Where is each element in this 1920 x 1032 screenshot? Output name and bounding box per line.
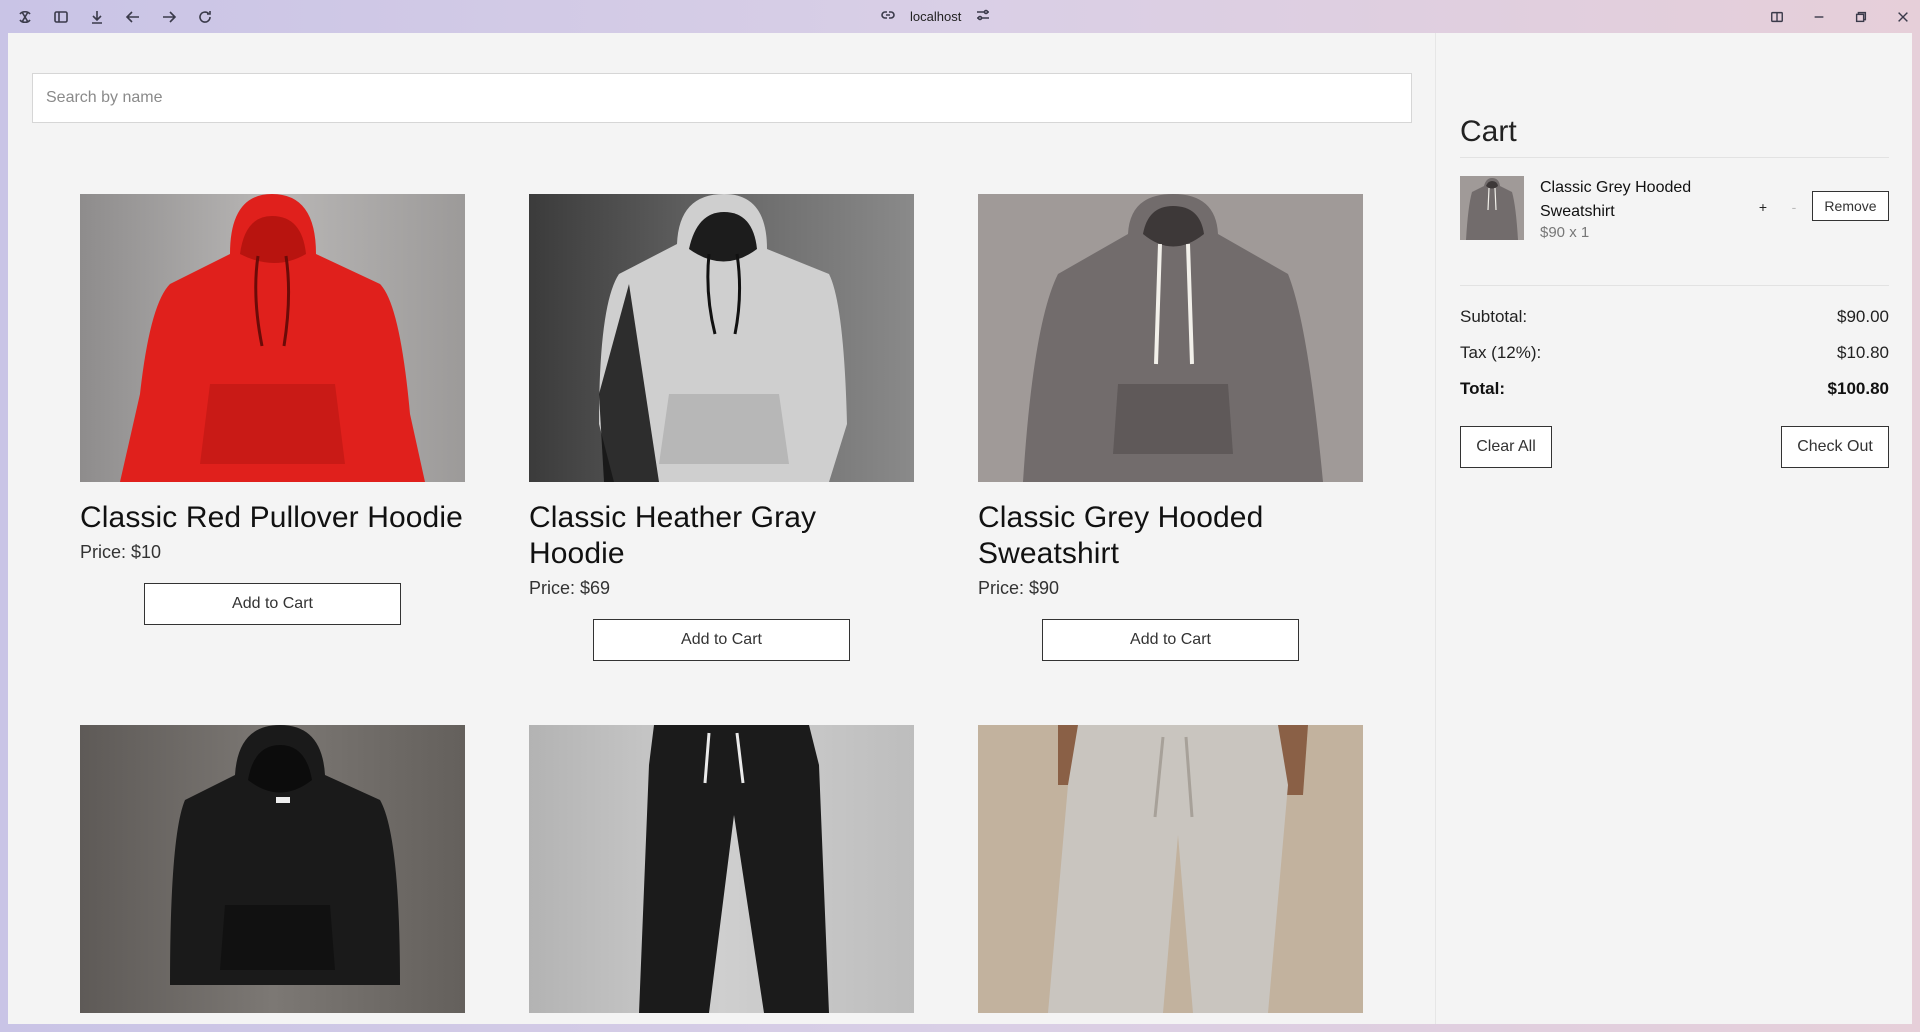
cart-item: Classic Grey Hooded Sweatshirt $90 x 1 +… [1460,176,1889,242]
clear-all-button[interactable]: Clear All [1460,426,1552,468]
restore-icon[interactable] [1850,6,1872,28]
add-to-cart-button[interactable]: Add to Cart [144,583,401,625]
product-image-heather-gray-hoodie[interactable] [529,194,914,482]
cart-item-thumbnail [1460,176,1524,240]
address-bar[interactable]: localhost [880,0,991,33]
total-row: Total: $100.80 [1460,379,1889,399]
product-title: Classic Heather Gray Hoodie [529,501,817,570]
subtotal-label: Subtotal: [1460,307,1528,326]
product-price: Price: $69 [529,578,611,598]
product-image-grey-sweatpants[interactable] [978,725,1363,1013]
decrease-quantity-button[interactable]: - [1786,198,1802,216]
cart-panel: Cart Classic Grey Hooded Sweatshirt $90 … [1435,33,1912,1024]
close-icon[interactable] [1892,6,1914,28]
product-grid: Classic Red Pullover Hoodie Price: $10 A… [80,194,1380,1013]
add-to-cart-button[interactable]: Add to Cart [1042,619,1299,661]
product-card: Classic Heather Gray Hoodie Price: $69 A… [529,194,914,661]
cart-item-name: Classic Grey Hooded Sweatshirt [1540,179,1692,220]
product-title: Classic Red Pullover Hoodie [80,501,463,534]
product-image-black-hoodie[interactable] [80,725,465,1013]
site-settings-icon[interactable] [975,7,991,26]
product-card [80,725,465,1013]
product-price: Price: $10 [80,542,162,562]
subtotal-row: Subtotal: $90.00 [1460,307,1889,327]
sidebar-toggle-icon[interactable] [50,6,72,28]
product-image-grey-hooded-sweatshirt[interactable] [978,194,1363,482]
remove-item-button[interactable]: Remove [1812,191,1889,221]
product-card [529,725,914,1013]
product-image-red-hoodie[interactable] [80,194,465,482]
divider [1460,157,1889,158]
cart-item-price-quantity: $90 x 1 [1540,224,1590,241]
browser-titlebar: localhost [0,0,1920,33]
product-area: Classic Red Pullover Hoodie Price: $10 A… [8,33,1435,1024]
product-price: Price: $90 [978,578,1060,598]
check-out-button[interactable]: Check Out [1781,426,1889,468]
cart-title: Cart [1460,115,1517,148]
tax-value: $10.80 [1837,343,1889,362]
link-icon [880,7,896,26]
total-value: $100.80 [1827,379,1889,398]
add-to-cart-button[interactable]: Add to Cart [593,619,850,661]
product-card: Classic Grey Hooded Sweatshirt Price: $9… [978,194,1363,661]
total-label: Total: [1460,379,1506,398]
split-view-icon[interactable] [1766,6,1788,28]
download-icon[interactable] [86,6,108,28]
increase-quantity-button[interactable]: + [1755,198,1771,216]
back-arrow-icon[interactable] [122,6,144,28]
product-card [978,725,1363,1013]
search-input[interactable] [32,73,1412,123]
subtotal-value: $90.00 [1837,307,1889,326]
product-card: Classic Red Pullover Hoodie Price: $10 A… [80,194,465,661]
divider [1460,285,1889,286]
tax-label: Tax (12%): [1460,343,1542,362]
product-image-black-joggers[interactable] [529,725,914,1013]
forward-arrow-icon[interactable] [158,6,180,28]
reload-icon[interactable] [194,6,216,28]
minimize-icon[interactable] [1808,6,1830,28]
page-viewport: Classic Red Pullover Hoodie Price: $10 A… [8,33,1912,1024]
address-url[interactable]: localhost [910,9,961,24]
product-title: Classic Grey Hooded Sweatshirt [978,501,1264,570]
browser-menu-icon[interactable] [14,6,36,28]
tax-row: Tax (12%): $10.80 [1460,343,1889,363]
